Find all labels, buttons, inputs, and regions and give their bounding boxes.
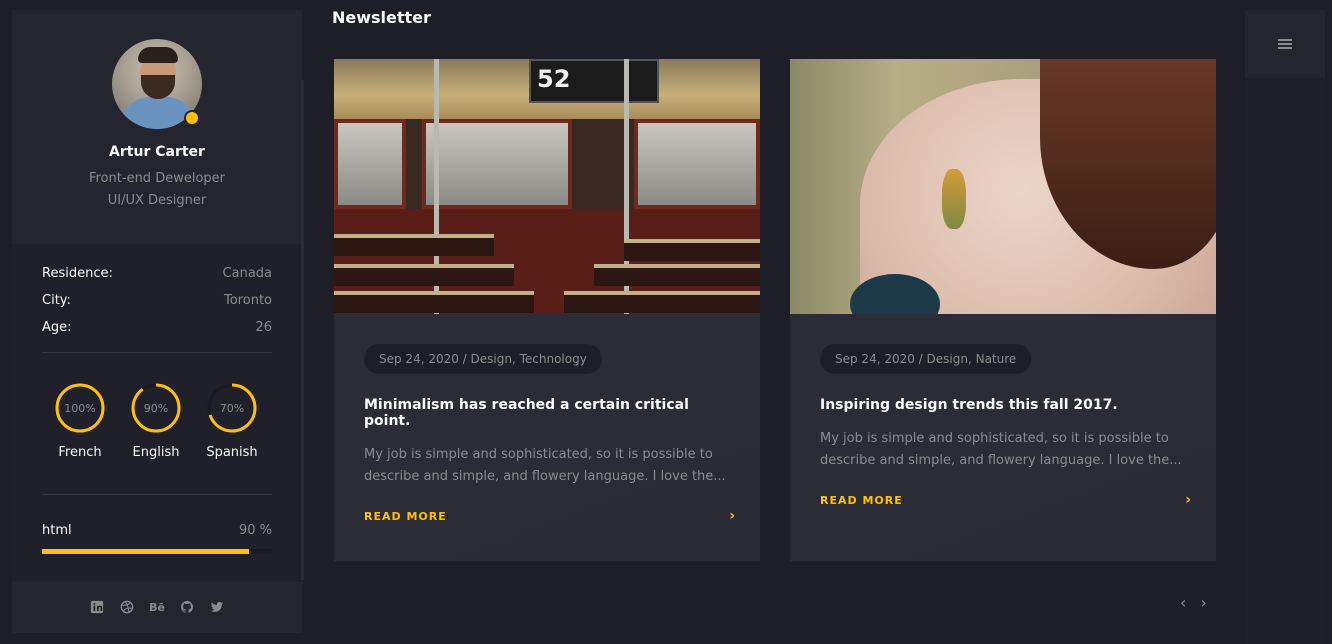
blog-card[interactable]: 52 Sep 24, 2020 / Design, Technology Min… xyxy=(334,59,760,561)
profile-name: Artur Carter xyxy=(109,144,205,160)
hamburger-icon xyxy=(1278,37,1292,51)
read-more-label: READ MORE xyxy=(820,493,903,507)
blog-card[interactable]: Sep 24, 2020 / Design, Nature Inspiring … xyxy=(790,59,1216,561)
chevron-right-icon: › xyxy=(1185,492,1192,508)
chevron-left-icon[interactable]: ‹ xyxy=(1180,593,1186,612)
skills-list: html 90 % xyxy=(12,495,302,554)
skill-value: 90 % xyxy=(238,523,272,538)
skill-bar-track xyxy=(42,549,272,554)
language-percent: 100% xyxy=(64,402,95,415)
info-key: Age: xyxy=(42,320,72,335)
sidebar-scrollbar[interactable] xyxy=(301,80,304,580)
skill-label: html xyxy=(42,523,72,538)
language-label: Spanish xyxy=(206,445,258,460)
language-ring: 100% xyxy=(55,383,105,433)
slider-pagination: ‹ › xyxy=(1180,593,1207,612)
read-more-link[interactable]: READ MORE › xyxy=(364,508,735,524)
skill-html: html 90 % xyxy=(42,523,272,538)
read-more-label: READ MORE xyxy=(364,509,447,523)
info-value: Toronto xyxy=(224,293,272,308)
post-meta-tag[interactable]: Sep 24, 2020 / Design, Technology xyxy=(364,344,602,374)
info-key: Residence: xyxy=(42,266,113,281)
language-label: English xyxy=(132,445,180,460)
info-row-age: Age: 26 xyxy=(42,314,272,341)
card-body: Sep 24, 2020 / Design, Nature Inspiring … xyxy=(790,314,1216,508)
info-list: Residence: Canada City: Toronto Age: 26 xyxy=(12,244,302,341)
info-key: City: xyxy=(42,293,71,308)
read-more-link[interactable]: READ MORE › xyxy=(820,492,1191,508)
language-label: French xyxy=(58,445,102,460)
language-english: 90% English xyxy=(118,382,194,494)
info-row-city: City: Toronto xyxy=(42,287,272,314)
language-percent: 90% xyxy=(144,402,168,415)
page-title: Newsletter xyxy=(332,8,431,27)
dribbble-icon[interactable] xyxy=(119,599,135,615)
info-value: 26 xyxy=(255,320,272,335)
skill-bar-fill xyxy=(42,549,249,554)
github-icon[interactable] xyxy=(179,599,195,615)
post-image-bus-interior[interactable]: 52 xyxy=(334,59,760,314)
language-progress: 100% French 90% English 70% Spanish xyxy=(12,353,302,494)
linkedin-icon[interactable] xyxy=(89,599,105,615)
post-title[interactable]: Inspiring design trends this fall 2017. xyxy=(820,397,1186,413)
post-title[interactable]: Minimalism has reached a certain critica… xyxy=(364,397,730,429)
info-value: Canada xyxy=(222,266,272,281)
language-ring: 70% xyxy=(207,383,257,433)
language-percent: 70% xyxy=(220,402,244,415)
profile-card: Artur Carter Front-end Deweloper UI/UX D… xyxy=(12,10,302,244)
twitter-icon[interactable] xyxy=(209,599,225,615)
language-french: 100% French xyxy=(42,382,118,494)
chevron-right-icon: › xyxy=(729,508,736,524)
sidebar: Artur Carter Front-end Deweloper UI/UX D… xyxy=(12,10,302,633)
avatar-wrapper xyxy=(112,39,202,129)
post-excerpt: My job is simple and sophisticated, so i… xyxy=(820,431,1182,468)
info-row-residence: Residence: Canada xyxy=(42,260,272,287)
language-ring: 90% xyxy=(131,383,181,433)
language-spanish: 70% Spanish xyxy=(194,382,270,494)
profile-role: UI/UX Designer xyxy=(107,193,207,208)
social-links: Bē xyxy=(12,581,302,633)
online-status-dot xyxy=(184,110,200,126)
behance-icon[interactable]: Bē xyxy=(149,599,165,615)
menu-button[interactable] xyxy=(1245,10,1325,78)
post-image-woman-with-flower[interactable] xyxy=(790,59,1216,314)
right-menu-panel xyxy=(1245,10,1325,644)
post-meta-tag[interactable]: Sep 24, 2020 / Design, Nature xyxy=(820,344,1032,374)
bus-route-sign: 52 xyxy=(529,59,659,103)
card-body: Sep 24, 2020 / Design, Technology Minima… xyxy=(334,314,760,524)
post-excerpt: My job is simple and sophisticated, so i… xyxy=(364,447,726,484)
profile-role: Front-end Deweloper xyxy=(89,171,225,186)
chevron-right-icon[interactable]: › xyxy=(1200,593,1206,612)
